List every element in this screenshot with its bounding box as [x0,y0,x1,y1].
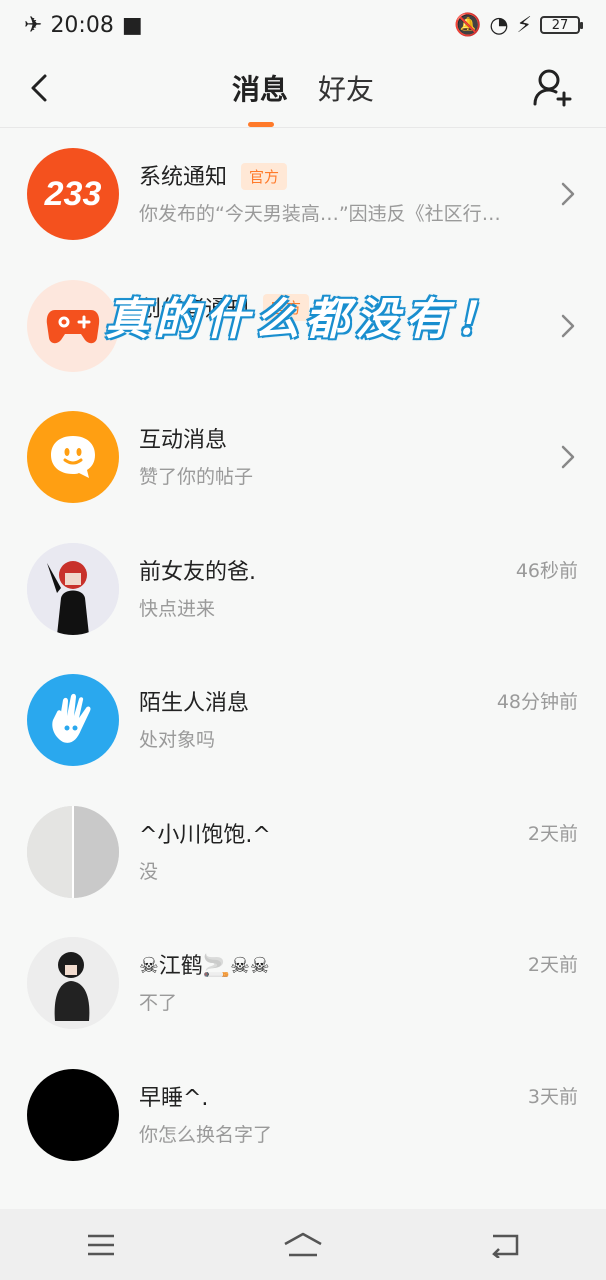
stranger-avatar [27,674,119,766]
interaction-avatar [27,411,119,503]
conversation-time: 2天前 [527,954,578,976]
conversation-name: ^小川饱饱.^ [139,822,271,848]
conversation-name: 早睡^. [139,1085,209,1111]
avatar-text: 233 [44,174,102,213]
conversation-time: 48分钟前 [496,691,578,713]
header: 消息 好友 [0,50,606,128]
avatar [27,1068,119,1161]
sitting-character-avatar-icon [27,937,119,1029]
home-icon [284,1232,322,1256]
conversation-time: 46秒前 [515,559,578,582]
conversation-preview: 处对象吗 [139,729,216,751]
video-icon: ■ [121,12,143,38]
name-text: 系统通知 [139,165,228,190]
conversation-name: 前女友的爸. [139,559,256,585]
overlay-caption: 真的什么都没有！ [105,294,505,345]
conversation-preview: 不了 [139,992,178,1014]
back-nav-button[interactable] [485,1225,525,1265]
conversation-preview: 快点进来 [139,597,216,620]
conversation-time: 2天前 [527,822,578,845]
mute-bell-icon: 🔕 [453,12,482,38]
system-avatar: 233 [27,148,119,240]
return-icon [492,1234,519,1258]
back-button[interactable] [24,70,54,106]
list-item-chat[interactable]: ☠江鹤🚬☠☠ 不了 2天前 [0,918,606,1050]
tab-friends[interactable]: 好友 [318,68,374,108]
list-item-system-notice[interactable]: 233 系统通知 官方 你发布的“今天男装高…”因违反《社区行… [0,129,606,261]
waving-hand-icon [52,693,91,743]
official-badge: 官方 [241,162,288,190]
add-user-icon [533,69,572,107]
conversation-time: 3天前 [527,1085,578,1108]
battery-icon: 27 [540,16,583,34]
list-item-chat[interactable]: 前女友的爸. 快点进来 46秒前 [0,524,606,656]
wifi-icon: ◔ [489,12,509,38]
conversation-name: 陌生人消息 [139,691,250,716]
anime-character-avatar-icon [27,542,119,635]
status-time: 20:08 [50,12,114,38]
status-bar: ✈ 20:08 ■ 🔕 ◔ ⚡ 27 [0,0,606,50]
home-button[interactable] [283,1225,323,1265]
chevron-right-icon [561,182,575,206]
avatar [27,937,119,1029]
menu-button[interactable] [81,1225,121,1265]
conversation-preview: 你怎么换名字了 [139,1123,273,1146]
avatar [27,542,119,635]
chevron-left-icon [31,74,47,102]
chat-smile-icon [51,436,95,478]
chevron-right-icon [561,445,575,469]
chevron-right-icon [561,314,575,337]
wall-photo-avatar-icon [27,805,119,898]
list-item-interactions[interactable]: 互动消息 赞了你的帖子 [0,392,606,524]
tab-indicator [248,122,274,127]
menu-icon [88,1234,114,1255]
conversation-name: 互动消息 [139,428,228,453]
gamepad-icon [46,309,100,343]
list-item-chat[interactable]: ^小川饱饱.^ 没 2天前 [0,787,606,919]
system-nav-bar [0,1209,606,1280]
avatar [27,805,119,898]
tab-messages[interactable]: 消息 [232,68,288,108]
list-item-stranger-messages[interactable]: 陌生人消息 处对象吗 48分钟前 [0,655,606,787]
conversation-preview: 没 [139,860,159,883]
conversation-name: 系统通知 官方 [139,159,288,192]
add-friend-button[interactable] [532,68,572,108]
conversation-preview: 你发布的“今天男装高…”因违反《社区行… [139,203,501,225]
airplane-icon: ✈ [24,12,43,38]
charging-icon: ⚡ [516,12,532,38]
conversation-preview: 赞了你的帖子 [139,466,254,488]
conversation-name: ☠江鹤🚬☠☠ [139,954,270,979]
list-item-chat[interactable]: 早睡^. 你怎么换名字了 3天前 [0,1050,606,1182]
